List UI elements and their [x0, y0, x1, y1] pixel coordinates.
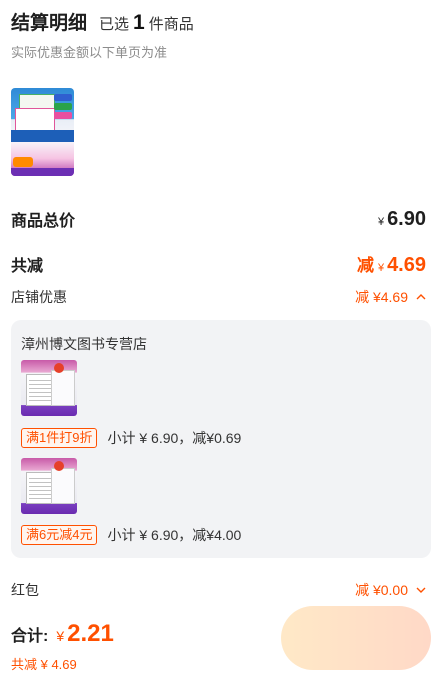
- red-packet-value: 减 ¥0.00: [355, 582, 408, 598]
- selected-suffix: 件商品: [148, 16, 194, 33]
- shop-discount-row[interactable]: 店铺优惠 减 ¥4.69: [11, 287, 426, 307]
- red-packet-row[interactable]: 红包 减 ¥0.00: [11, 580, 426, 600]
- discount-total-row: 共减 减 ¥4.69: [11, 251, 426, 277]
- store-product-thumbnail-2[interactable]: [21, 458, 77, 514]
- page-title: 结算明细: [11, 13, 88, 34]
- promo-badge-1: 满1件打9折: [21, 428, 98, 448]
- total-amount: 合计: ¥ 2.21: [11, 620, 114, 648]
- discount-prefix: 减: [356, 256, 374, 275]
- chevron-up-icon: [416, 294, 426, 300]
- total-label: 合计:: [11, 628, 49, 645]
- selected-prefix: 已选: [99, 16, 130, 33]
- store-panel: 漳州博文图书专营店 满1件打9折 小计 ¥ 6.90，减¥0.69 满6元减4元…: [11, 320, 431, 558]
- chevron-down-icon: [416, 587, 426, 593]
- total-value: 2.21: [67, 620, 114, 647]
- selected-count: 1: [133, 11, 145, 34]
- goods-total-value: 6.90: [387, 207, 426, 230]
- goods-total-row: 商品总价 ¥6.90: [11, 207, 426, 231]
- product-thumbnail[interactable]: [11, 88, 74, 176]
- shop-discount-value: 减 ¥4.69: [355, 289, 408, 305]
- red-packet-toggle[interactable]: 减 ¥0.00: [355, 580, 426, 600]
- promo-row-1: 满1件打9折 小计 ¥ 6.90，减¥0.69: [21, 428, 241, 448]
- selected-count-text: 已选 1 件商品: [99, 11, 194, 35]
- promo-subtotal-2: 小计 ¥ 6.90，减¥4.00: [107, 527, 242, 543]
- shop-discount-toggle[interactable]: 减 ¥4.69: [355, 287, 426, 307]
- discount-currency: ¥: [377, 262, 385, 274]
- promo-row-2: 满6元减4元 小计 ¥ 6.90，减¥4.00: [21, 525, 241, 545]
- goods-total-currency: ¥: [377, 215, 385, 228]
- shop-discount-label: 店铺优惠: [11, 289, 67, 305]
- discount-total-label: 共减: [11, 258, 44, 275]
- total-saved-text: 共减 ¥ 4.69: [11, 657, 77, 672]
- submit-order-button[interactable]: [281, 606, 431, 670]
- red-packet-label: 红包: [11, 582, 39, 598]
- store-name: 漳州博文图书专营店: [21, 336, 147, 352]
- discount-total-price: 减 ¥4.69: [357, 251, 426, 277]
- total-currency: ¥: [56, 628, 65, 644]
- discount-total-value: 4.69: [387, 254, 426, 276]
- header: 结算明细 已选 1 件商品 实际优惠金额以下单页为准: [11, 8, 426, 61]
- goods-total-price: ¥6.90: [378, 208, 426, 231]
- promo-subtotal-1: 小计 ¥ 6.90，减¥0.69: [107, 430, 242, 446]
- goods-total-label: 商品总价: [11, 213, 76, 230]
- subtitle-note: 实际优惠金额以下单页为准: [11, 45, 168, 60]
- store-product-thumbnail-1[interactable]: [21, 360, 77, 416]
- promo-badge-2: 满6元减4元: [21, 525, 98, 545]
